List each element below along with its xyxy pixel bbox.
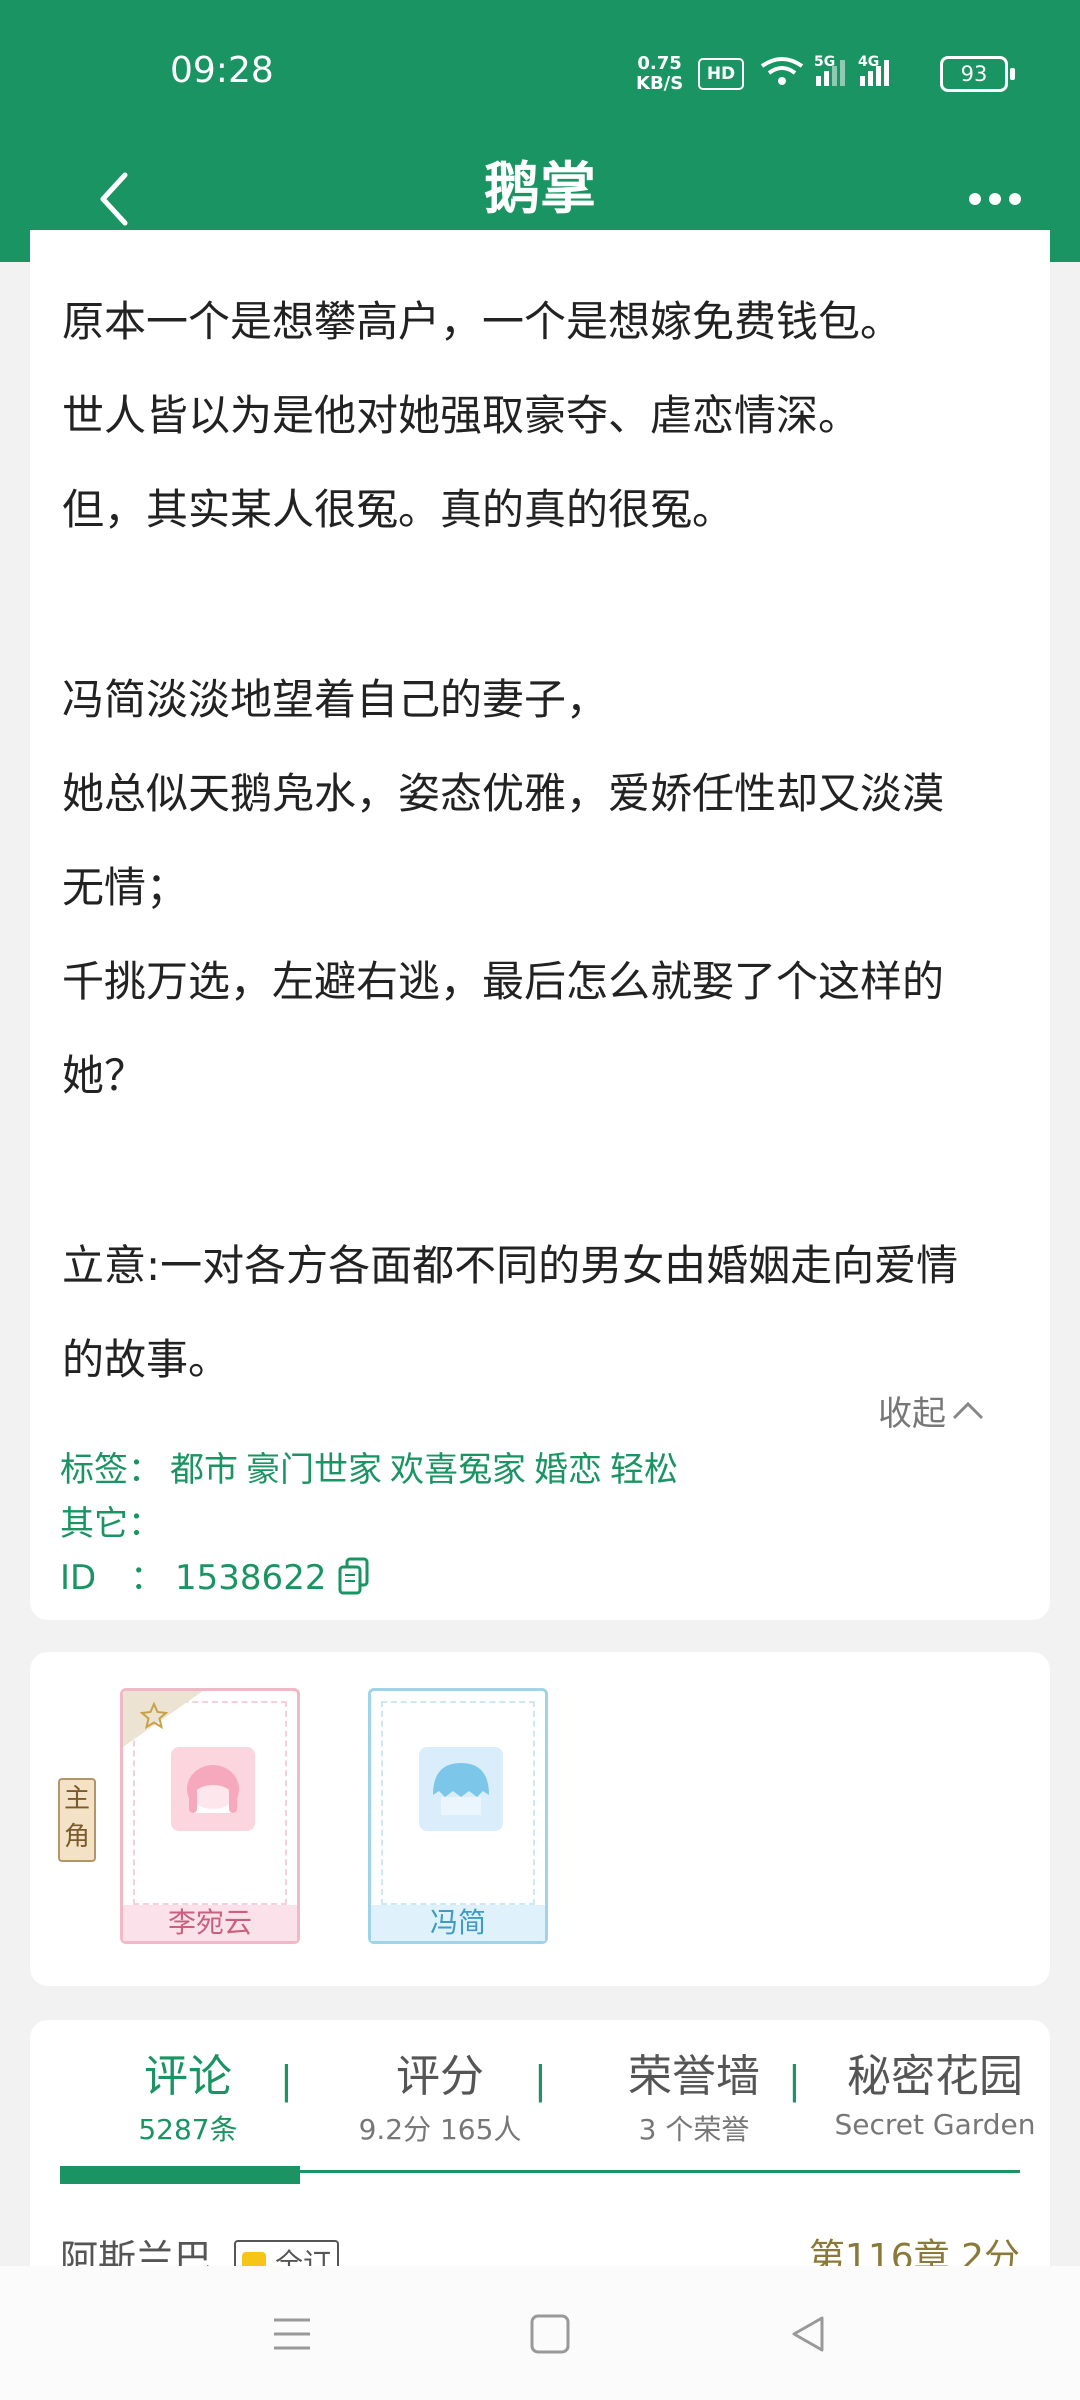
tags-label: 标签： [60,1450,162,1490]
system-navigation-bar [0,2266,1080,2400]
synopsis-line: 世人皆以为是他对她强取豪夺、虐恋情深。 [62,391,861,440]
home-button[interactable] [520,2306,580,2362]
synopsis-line: 她？ [62,1051,147,1100]
synopsis-line: 千挑万选，左避右逃，最后怎么就娶了个这样的 [62,957,945,1006]
tab-secret-garden[interactable]: 秘密花园 Secret Garden [820,2040,1050,2141]
character-card-li[interactable]: 李宛云 [120,1688,300,1944]
tab-rating[interactable]: 评分 9.2分 165人 [320,2040,560,2148]
tab-sub: Secret Garden [834,2108,1036,2141]
network-speed: 0.75 KB/S [636,54,683,94]
system-back-button[interactable] [778,2306,838,2362]
synopsis-line: 她总似天鹅凫水，姿态优雅，爱娇任性却又淡漠 [62,769,945,818]
id-label: ID ： [60,1558,165,1598]
synopsis-line: 的故事。 [62,1335,231,1384]
tab-separator: | [788,2058,801,2102]
protagonist-label: 主角 [58,1778,96,1862]
character-name: 李宛云 [123,1905,297,1941]
tab-separator: | [534,2058,547,2102]
home-square-icon [530,2314,570,2354]
battery-icon: 93 [940,56,1015,92]
synopsis-line: 无情； [62,863,189,912]
tab-separator: | [280,2058,293,2102]
menu-button[interactable] [262,2306,322,2362]
male-avatar-icon [419,1747,503,1831]
menu-icon [274,2318,310,2350]
tag-link[interactable]: 欢喜冤家 [390,1450,526,1490]
synopsis-card: 原本一个是想攀高户，一个是想嫁免费钱包。 世人皆以为是他对她强取豪夺、虐恋情深。… [30,230,1050,1620]
id-row: ID ： 1538622 [60,1550,371,1599]
collapse-button[interactable]: 收起 [878,1386,986,1435]
copy-icon[interactable] [337,1557,371,1595]
synopsis-line: 但，其实某人很冤。真的真的很冤。 [62,485,735,534]
tag-link[interactable]: 豪门世家 [246,1450,382,1490]
female-avatar-icon [171,1747,255,1831]
hd-voice-icon: HD [698,58,744,90]
tag-link[interactable]: 轻松 [610,1450,678,1490]
more-dots-icon [969,193,1021,205]
status-time: 09:28 [170,50,274,91]
other-label: 其它： [60,1504,162,1544]
back-triangle-icon [792,2316,824,2352]
tab-label: 评分 [396,2051,484,2102]
tab-sub: 3 个荣誉 [638,2113,750,2146]
tag-link[interactable]: 婚恋 [534,1450,602,1490]
tab-sub: 5287条 [138,2113,238,2146]
tab-sub: 9.2分 165人 [358,2113,522,2146]
synopsis-line: 立意:一对各方各面都不同的男女由婚姻走向爱情 [62,1241,959,1290]
speed-value: 0.75 [637,53,682,74]
status-bar: 09:28 0.75 KB/S HD 5G 4G 93 [0,0,1080,140]
characters-card: 主角 李宛云 冯简 [30,1652,1050,1986]
tab-label: 评论 [144,2051,232,2102]
tab-indicator [60,2166,300,2184]
signal-icons: 5G 4G [758,52,928,96]
character-card-feng[interactable]: 冯简 [368,1688,548,1944]
tab-label: 荣誉墙 [628,2051,760,2102]
other-row: 其它： [60,1496,162,1545]
wifi-signal-icon: 5G 4G [760,54,889,86]
synopsis-line: 原本一个是想攀高户，一个是想嫁免费钱包。 [62,297,903,346]
star-icon [139,1701,169,1730]
collapse-label: 收起 [878,1394,946,1434]
tab-label: 秘密花园 [847,2051,1023,2102]
tags-row: 标签： 都市 豪门世家 欢喜冤家 婚恋 轻松 [60,1442,678,1491]
chevron-up-icon [952,1401,984,1419]
synopsis-line: 冯简淡淡地望着自己的妻子， [62,675,609,724]
tag-link[interactable]: 都市 [170,1450,238,1490]
id-value: 1538622 [175,1558,327,1598]
speed-unit: KB/S [636,73,684,94]
tab-honors[interactable]: 荣誉墙 3 个荣誉 [574,2040,814,2148]
tab-comments[interactable]: 评论 5287条 [68,2040,308,2148]
character-name: 冯简 [371,1905,545,1941]
